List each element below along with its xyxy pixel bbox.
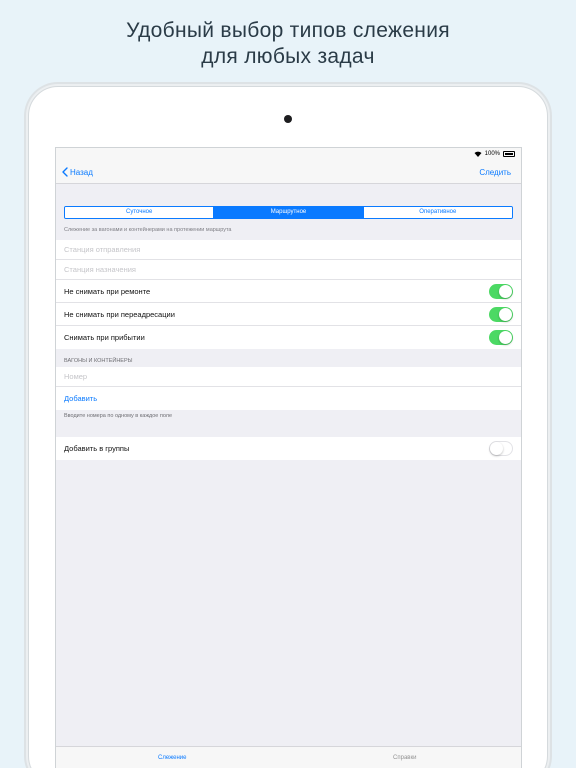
add-to-groups-row: Добавить в группы [56, 437, 521, 460]
option-label: Не снимать при ремонте [64, 286, 151, 296]
wagon-number-field[interactable]: Номер [56, 367, 521, 387]
groups-section: Добавить в группы [56, 437, 521, 460]
option-label: Снимать при прибытии [64, 333, 145, 342]
option-label: Не снимать при переадресации [64, 309, 175, 319]
back-label: Назад [70, 167, 93, 177]
departure-station-placeholder: Станция отправления [64, 245, 141, 254]
status-bar: 100% [56, 148, 521, 162]
tab-tracking[interactable]: Слежение [56, 747, 289, 768]
segment-operative[interactable]: Оперативное [363, 207, 512, 218]
groups-toggle[interactable] [489, 441, 513, 456]
departure-station-field[interactable]: Станция отправления [56, 240, 521, 260]
headline-line-1: Удобный выбор типов слежения [126, 19, 450, 42]
route-section: Станция отправления Станция назначения Н… [56, 240, 521, 349]
option-row-arrival: Снимать при прибытии [56, 326, 521, 349]
tracking-hint: Слежение за вагонами и контейнерами на п… [64, 227, 232, 233]
wagons-note: Вводите номера по одному в каждое поле [64, 413, 173, 419]
wagon-number-placeholder: Номер [64, 372, 88, 381]
promo-headline: Удобный выбор типов слежения для любых з… [0, 18, 576, 70]
groups-label: Добавить в группы [64, 444, 130, 453]
back-button[interactable]: Назад [62, 167, 93, 177]
destination-station-field[interactable]: Станция назначения [56, 260, 521, 280]
tab-bar: Слежение Справки [56, 746, 521, 768]
wifi-icon [474, 151, 482, 157]
segment-daily[interactable]: Суточное [65, 207, 215, 218]
option-row-repair: Не снимать при ремонте [56, 280, 521, 303]
destination-station-placeholder: Станция назначения [64, 265, 136, 274]
track-button[interactable]: Следить [479, 168, 511, 177]
camera-dot [284, 115, 292, 123]
option-row-readdress: Не снимать при переадресации [56, 303, 521, 326]
wagons-section-header: ВАГОНЫ И КОНТЕЙНЕРЫ [64, 358, 133, 364]
add-wagon-row[interactable]: Добавить [56, 387, 521, 410]
chevron-left-icon [62, 167, 68, 177]
segmented-control: Суточное Маршрутное Оперативное [64, 206, 513, 219]
battery-icon [503, 151, 515, 157]
tracking-type-control: Суточное Маршрутное Оперативное [56, 206, 521, 219]
wagons-section: Номер Добавить [56, 367, 521, 410]
navigation-bar: Назад Следить [56, 162, 521, 184]
battery-percent: 100% [484, 151, 500, 157]
tab-references[interactable]: Справки [289, 747, 522, 768]
app-screen: 100% Назад Следить Суточное Маршрутное О… [55, 147, 522, 768]
readdress-toggle[interactable] [489, 307, 513, 322]
repair-toggle[interactable] [489, 284, 513, 299]
segment-route[interactable]: Маршрутное [214, 207, 364, 218]
headline-line-2: для любых задач [201, 45, 375, 68]
arrival-toggle[interactable] [489, 330, 513, 345]
add-wagon-button[interactable]: Добавить [64, 394, 97, 403]
